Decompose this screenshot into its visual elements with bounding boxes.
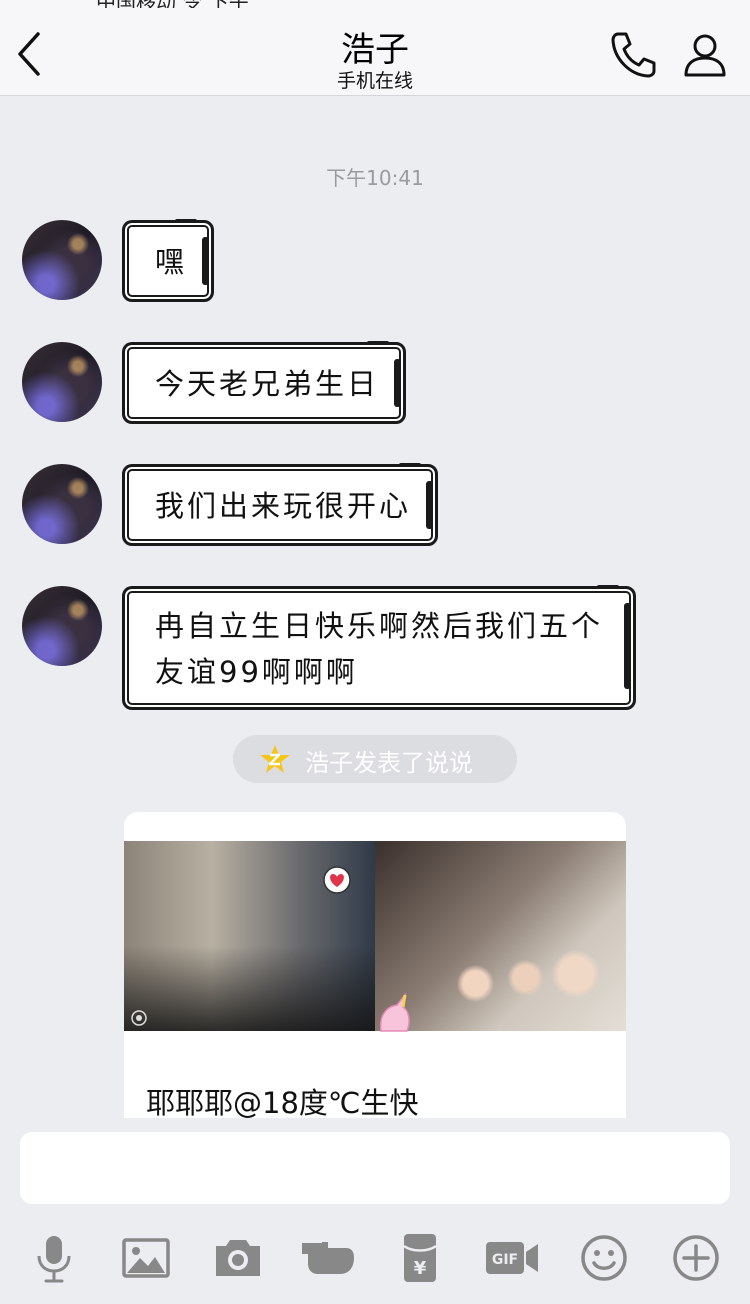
- camera-button[interactable]: [210, 1230, 266, 1286]
- message-bubble[interactable]: 冉自立生日快乐啊然后我们五个 友谊99啊啊啊: [122, 585, 636, 710]
- camera-icon: [216, 1240, 260, 1276]
- message-row: 今天老兄弟生日: [0, 341, 750, 424]
- message-input[interactable]: [20, 1132, 730, 1204]
- message-bubble[interactable]: 我们出来玩很开心: [122, 463, 438, 546]
- post-caption: 耶耶耶@18度℃生快: [146, 1086, 419, 1118]
- contact-avatar[interactable]: [22, 464, 102, 544]
- status-bar-fragment: 中国移动 令 下午: [0, 0, 750, 8]
- bubble-decoration: [624, 603, 631, 689]
- message-row: 嘿: [0, 219, 750, 302]
- gif-video-icon: GIF: [486, 1242, 538, 1274]
- person-icon: [684, 34, 726, 77]
- watermark-icon: [131, 1010, 147, 1026]
- more-button[interactable]: [668, 1230, 724, 1286]
- status-bar-text: 中国移动 令 下午: [96, 0, 249, 8]
- heart-sticker-icon: [323, 866, 351, 894]
- image-button[interactable]: [118, 1230, 174, 1286]
- gif-button[interactable]: GIF: [484, 1230, 540, 1286]
- bubble-decoration: [367, 341, 389, 345]
- red-packet-icon: ¥: [403, 1234, 437, 1282]
- unicorn-sticker-icon: [379, 992, 410, 1032]
- contact-avatar[interactable]: [22, 342, 102, 422]
- message-bubble[interactable]: 嘿: [122, 219, 214, 302]
- shared-post-card[interactable]: 耶耶耶@18度℃生快: [124, 812, 626, 1118]
- input-toolbar: ¥ GIF: [0, 1222, 750, 1292]
- emoji-icon: [581, 1235, 627, 1281]
- message-row: 我们出来玩很开心: [0, 463, 750, 546]
- svg-text:¥: ¥: [414, 1258, 427, 1279]
- voice-button[interactable]: [26, 1230, 82, 1286]
- red-packet-button[interactable]: ¥: [392, 1230, 448, 1286]
- emoji-button[interactable]: [576, 1230, 632, 1286]
- bubble-decoration: [597, 585, 619, 589]
- pointing-hand-icon: [302, 1241, 354, 1274]
- notice-text: 浩子发表了说说: [305, 749, 473, 777]
- message-row: 冉自立生日快乐啊然后我们五个 友谊99啊啊啊: [0, 585, 750, 710]
- post-notice[interactable]: 浩子发表了说说: [233, 735, 517, 783]
- message-text: 今天老兄弟生日: [155, 367, 380, 401]
- message-text: 冉自立生日快乐啊然后我们五个 友谊99啊啊啊: [155, 609, 604, 689]
- phone-icon: [611, 32, 656, 78]
- contact-profile-button[interactable]: [680, 30, 730, 80]
- bubble-decoration: [175, 219, 197, 223]
- plus-circle-icon: [673, 1235, 719, 1281]
- message-bubble[interactable]: 今天老兄弟生日: [122, 341, 406, 424]
- message-text: 我们出来玩很开心: [155, 489, 412, 523]
- voice-call-button[interactable]: [608, 28, 660, 80]
- message-text: 嘿: [155, 245, 188, 279]
- post-photo: [375, 841, 626, 1032]
- image-icon: [122, 1238, 170, 1278]
- microphone-icon: [37, 1236, 71, 1283]
- bubble-decoration: [202, 237, 209, 285]
- post-photo: [124, 841, 375, 1031]
- poke-button[interactable]: [300, 1230, 356, 1286]
- star-icon: [260, 745, 290, 773]
- contact-avatar[interactable]: [22, 220, 102, 300]
- contact-avatar[interactable]: [22, 586, 102, 666]
- bubble-decoration: [399, 463, 421, 467]
- chat-timestamp: 下午10:41: [326, 166, 424, 190]
- chat-header: 中国移动 令 下午 浩子 手机在线: [0, 0, 750, 96]
- svg-text:GIF: GIF: [492, 1252, 518, 1268]
- bubble-decoration: [394, 359, 401, 407]
- bubble-decoration: [426, 481, 433, 529]
